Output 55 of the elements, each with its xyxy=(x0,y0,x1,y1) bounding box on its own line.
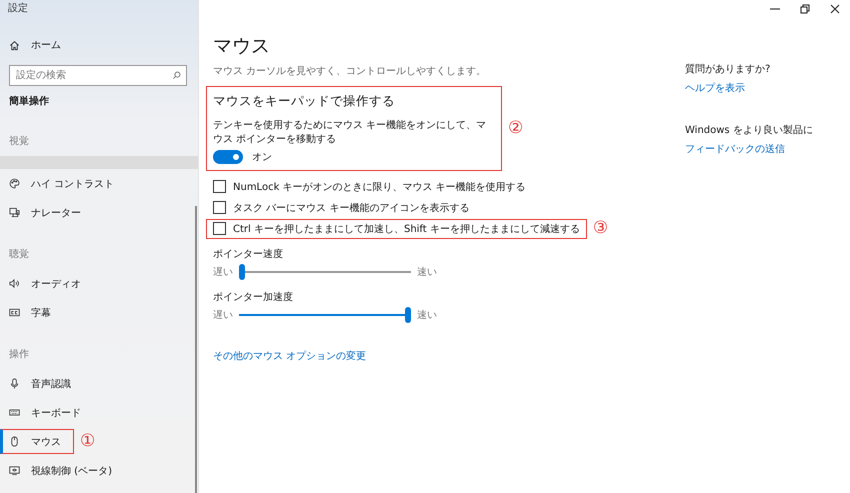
group-label: 視覚 xyxy=(8,134,30,149)
microphone-icon xyxy=(9,378,20,389)
sidebar-item[interactable]: 視線制御 (ベータ) xyxy=(0,456,112,485)
help-link[interactable]: ヘルプを表示 xyxy=(685,81,813,95)
slider-label: ポインター速度 xyxy=(213,248,284,262)
scrollbar[interactable] xyxy=(195,206,197,493)
sidebar-item[interactable]: キーボード xyxy=(0,398,81,427)
slider-min-label: 遅い xyxy=(213,309,233,322)
sidebar-item[interactable]: ナレーター xyxy=(0,198,81,227)
captions-icon xyxy=(9,307,20,318)
sidebar-item[interactable]: マウス xyxy=(0,429,74,454)
annotation-number: ② xyxy=(508,120,524,137)
narrator-icon xyxy=(9,207,20,218)
annotation-number: ① xyxy=(80,433,96,450)
palette-icon xyxy=(9,178,20,189)
sidebar-item[interactable]: 字幕 xyxy=(0,298,51,327)
group-label: 聴覚 xyxy=(8,248,30,262)
mouse-icon xyxy=(9,436,20,447)
setting-description: テンキーを使用するためにマウス キー機能をオンにして、マウス ポインターを移動する xyxy=(213,119,488,147)
window-title: 設定 xyxy=(7,2,29,16)
toggle-switch[interactable] xyxy=(213,150,243,164)
speaker-icon xyxy=(9,278,20,289)
monitor-icon xyxy=(9,465,20,476)
home-nav-item[interactable]: ホーム xyxy=(0,31,198,59)
help-question: Windows をより良い製品に xyxy=(685,124,813,137)
home-icon xyxy=(9,40,20,50)
checkbox[interactable] xyxy=(213,201,226,214)
checkbox-label: NumLock キーがオンのときに限り、マウス キー機能を使用する xyxy=(233,180,526,194)
annotation-number: ③ xyxy=(592,220,608,237)
slider-max-label: 速い xyxy=(417,308,437,322)
sidebar-item[interactable]: 音声認識 xyxy=(0,369,71,398)
section-title: 簡単操作 xyxy=(8,94,50,109)
checkbox[interactable] xyxy=(213,180,226,193)
section-heading: マウスをキーパッドで操作する xyxy=(213,92,396,110)
checkbox-label: Ctrl キーを押したままにして加速し、Shift キーを押したままにして減速する xyxy=(233,222,580,236)
slider-label: ポインター加速度 xyxy=(213,291,294,305)
slider-min-label: 遅い xyxy=(213,266,233,279)
sidebar-item[interactable]: オーディオ xyxy=(0,269,81,298)
keyboard-icon xyxy=(9,407,20,418)
checkbox-label: タスク バーにマウス キー機能のアイコンを表示する xyxy=(233,202,470,214)
page-title: マウス xyxy=(213,34,271,58)
more-mouse-options-link[interactable]: その他のマウス オプションの変更 xyxy=(213,349,366,363)
page-description: マウス カーソルを見やすく、コントロールしやすくします。 xyxy=(213,65,488,78)
restore-icon[interactable] xyxy=(800,4,810,14)
search-icon xyxy=(172,71,181,80)
close-icon[interactable] xyxy=(830,4,840,14)
checkbox[interactable] xyxy=(213,222,226,235)
help-question: 質問がありますか? xyxy=(685,62,772,76)
toggle-label: オン xyxy=(252,151,272,164)
group-label: 操作 xyxy=(8,348,30,362)
search-field[interactable]: 設定の検索 xyxy=(9,65,187,86)
slider-max-label: 速い xyxy=(417,266,437,279)
sidebar-item[interactable]: ハイ コントラスト xyxy=(0,169,114,198)
minimize-icon[interactable] xyxy=(770,8,780,10)
help-link[interactable]: フィードバックの送信 xyxy=(685,142,813,156)
